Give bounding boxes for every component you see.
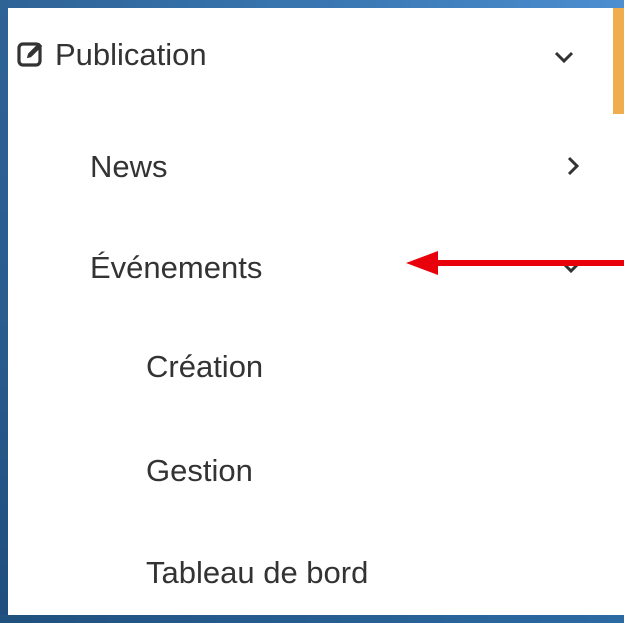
- menu-item-news[interactable]: News: [90, 146, 168, 186]
- menu-item-evenements-label: Événements: [90, 249, 263, 285]
- menu-item-gestion-label: Gestion: [146, 452, 253, 488]
- menu-item-news-label: News: [90, 148, 168, 184]
- menu-item-evenements[interactable]: Événements: [90, 244, 262, 290]
- menu-item-publication-label: Publication: [55, 36, 207, 72]
- accent-bar: [613, 8, 624, 114]
- menu-item-creation-label: Création: [146, 348, 264, 384]
- sidebar-menu-panel: [8, 8, 624, 615]
- annotation-arrow-icon: [406, 251, 624, 275]
- window-frame-top: [0, 0, 624, 8]
- menu-item-tableau-de-bord-label: Tableau de bord: [146, 554, 369, 590]
- window-frame-left: [0, 0, 8, 623]
- menu-item-creation[interactable]: Création: [146, 346, 263, 386]
- menu-item-tableau-de-bord[interactable]: Tableau de bord: [146, 552, 368, 592]
- menu-item-gestion[interactable]: Gestion: [146, 450, 253, 490]
- edit-icon: [17, 42, 43, 67]
- chevron-down-icon[interactable]: [553, 46, 575, 68]
- chevron-right-icon[interactable]: [562, 155, 584, 177]
- menu-item-publication[interactable]: Publication: [16, 34, 207, 74]
- window-frame-bottom: [0, 615, 624, 623]
